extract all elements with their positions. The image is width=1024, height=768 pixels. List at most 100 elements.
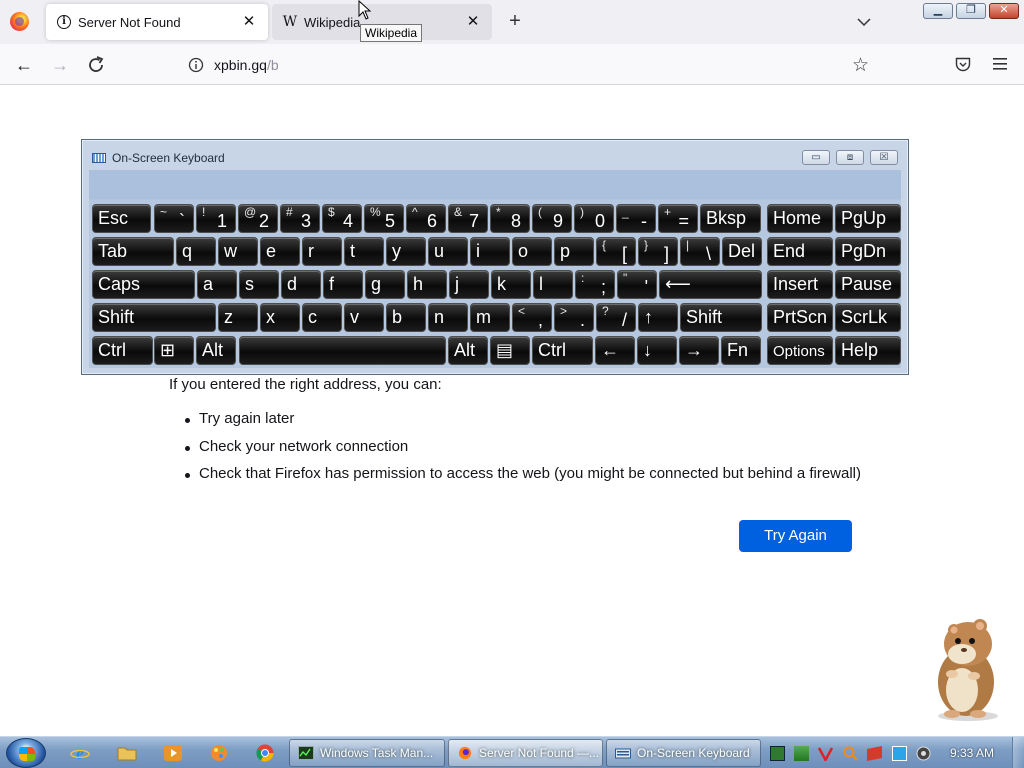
osk-maximize-icon[interactable]: ⧈ (836, 150, 864, 165)
osk-key[interactable]: j (449, 270, 489, 299)
osk-key[interactable]: b (386, 303, 426, 332)
file-explorer-folder-icon[interactable] (117, 743, 137, 763)
url-bar[interactable]: xpbin.gq/b (178, 50, 880, 80)
close-tab-icon[interactable]: ✕ (464, 13, 482, 31)
new-tab-plus-icon[interactable]: + (506, 11, 524, 31)
osk-key[interactable]: Insert (767, 270, 833, 299)
osk-key[interactable]: q (176, 237, 216, 266)
media-player-icon[interactable] (163, 743, 183, 763)
bookmark-star-icon[interactable]: ☆ (852, 54, 869, 77)
tray-display-icon[interactable] (892, 746, 907, 761)
osk-key[interactable]: d (281, 270, 321, 299)
osk-key[interactable]: z (218, 303, 258, 332)
osk-key[interactable]: ▤ (490, 336, 530, 365)
close-tab-icon[interactable]: ✕ (240, 13, 258, 31)
osk-key[interactable]: y (386, 237, 426, 266)
osk-key[interactable]: u (428, 237, 468, 266)
osk-key[interactable]: Fn (721, 336, 761, 365)
osk-key[interactable]: m (470, 303, 510, 332)
osk-key[interactable]: ← (595, 336, 635, 365)
osk-key[interactable]: Ctrl (92, 336, 153, 365)
osk-key[interactable]: " ' (617, 270, 657, 299)
osk-key[interactable]: Shift (92, 303, 216, 332)
osk-key[interactable]: PgUp (835, 204, 901, 233)
osk-key[interactable]: }] (638, 237, 678, 266)
osk-key[interactable]: Caps (92, 270, 195, 299)
osk-key[interactable]: ⊞ (154, 336, 194, 365)
osk-key[interactable]: o (512, 237, 552, 266)
osk-key[interactable]: k (491, 270, 531, 299)
osk-key[interactable]: → (679, 336, 719, 365)
internet-explorer-icon[interactable]: e (70, 743, 90, 763)
tray-search-icon[interactable] (843, 746, 858, 761)
osk-key[interactable]: PgDn (835, 237, 901, 266)
tray-network-icon[interactable] (794, 746, 809, 761)
osk-key[interactable]: s (239, 270, 279, 299)
paint-palette-icon[interactable] (209, 743, 229, 763)
start-button[interactable] (6, 738, 46, 768)
osk-key[interactable]: Alt (448, 336, 488, 365)
osk-key[interactable]: ^ 6 (406, 204, 446, 233)
site-info-icon[interactable] (188, 57, 204, 73)
tab-server-not-found[interactable]: i Server Not Found ✕ (46, 4, 268, 40)
osk-key[interactable]: & 7 (448, 204, 488, 233)
osk-key[interactable]: Help (835, 336, 901, 365)
osk-key[interactable]: x (260, 303, 300, 332)
osk-key[interactable]: Ctrl (532, 336, 593, 365)
osk-key[interactable]: Bksp (700, 204, 761, 233)
osk-key[interactable]: e (260, 237, 300, 266)
osk-key[interactable]: ↑ (638, 303, 678, 332)
tray-flag-icon[interactable] (867, 746, 882, 761)
try-again-button[interactable]: Try Again (739, 520, 852, 552)
osk-key[interactable]: w (218, 237, 258, 266)
osk-key[interactable]: g (365, 270, 405, 299)
osk-key[interactable]: (9 (532, 204, 572, 233)
osk-key[interactable]: End (767, 237, 833, 266)
osk-key[interactable]: Del (722, 237, 762, 266)
osk-key-space[interactable] (239, 336, 446, 365)
tray-v-icon[interactable] (818, 746, 833, 761)
osk-key[interactable]: ScrLk (835, 303, 901, 332)
tray-app-icon[interactable] (770, 746, 785, 761)
restore-icon[interactable]: ❐ (956, 3, 986, 19)
osk-key[interactable]: @2 (238, 204, 278, 233)
osk-key[interactable]: % 5 (364, 204, 404, 233)
osk-key[interactable]: :; (575, 270, 615, 299)
osk-key[interactable]: _ - (616, 204, 656, 233)
forward-arrow-icon[interactable]: → (48, 53, 72, 77)
osk-key[interactable]: h (407, 270, 447, 299)
osk-key[interactable]: l (533, 270, 573, 299)
osk-key[interactable]: | \ (680, 237, 720, 266)
osk-key[interactable]: ~ ` (154, 204, 194, 233)
minimize-icon[interactable]: ▁ (923, 3, 953, 19)
firefox-logo-icon[interactable] (10, 12, 29, 31)
osk-key[interactable]: a (197, 270, 237, 299)
osk-key[interactable]: >. (554, 303, 594, 332)
taskbar-item-task-manager[interactable]: Windows Task Man... (289, 739, 445, 767)
chrome-icon[interactable] (255, 743, 275, 763)
osk-key[interactable]: Alt (196, 336, 236, 365)
osk-key[interactable]: i (470, 237, 510, 266)
osk-key[interactable]: Pause (835, 270, 901, 299)
osk-key[interactable]: ↓ (637, 336, 677, 365)
osk-key[interactable]: ⟵ (659, 270, 762, 299)
hamburger-menu-icon[interactable] (992, 57, 1008, 71)
system-clock[interactable]: 9:33 AM (950, 746, 994, 760)
osk-key[interactable]: ! 1 (196, 204, 236, 233)
show-desktop-button[interactable] (1012, 737, 1024, 768)
osk-key[interactable]: t (344, 237, 384, 266)
osk-key[interactable]: Options (767, 336, 833, 365)
osk-key[interactable]: Esc (92, 204, 151, 233)
osk-key[interactable]: f (323, 270, 363, 299)
taskbar-item-on-screen-keyboard[interactable]: On-Screen Keyboard (606, 739, 761, 767)
close-window-icon[interactable]: ✕ (989, 3, 1019, 19)
chevron-down-icon[interactable] (856, 14, 872, 30)
osk-key[interactable]: ? / (596, 303, 636, 332)
osk-key[interactable]: Shift (680, 303, 762, 332)
osk-key[interactable]: ) 0 (574, 204, 614, 233)
osk-close-icon[interactable]: ☒ (870, 150, 898, 165)
reload-icon[interactable] (84, 53, 108, 77)
osk-key[interactable]: <, (512, 303, 552, 332)
osk-key[interactable]: v (344, 303, 384, 332)
osk-key[interactable]: r (302, 237, 342, 266)
